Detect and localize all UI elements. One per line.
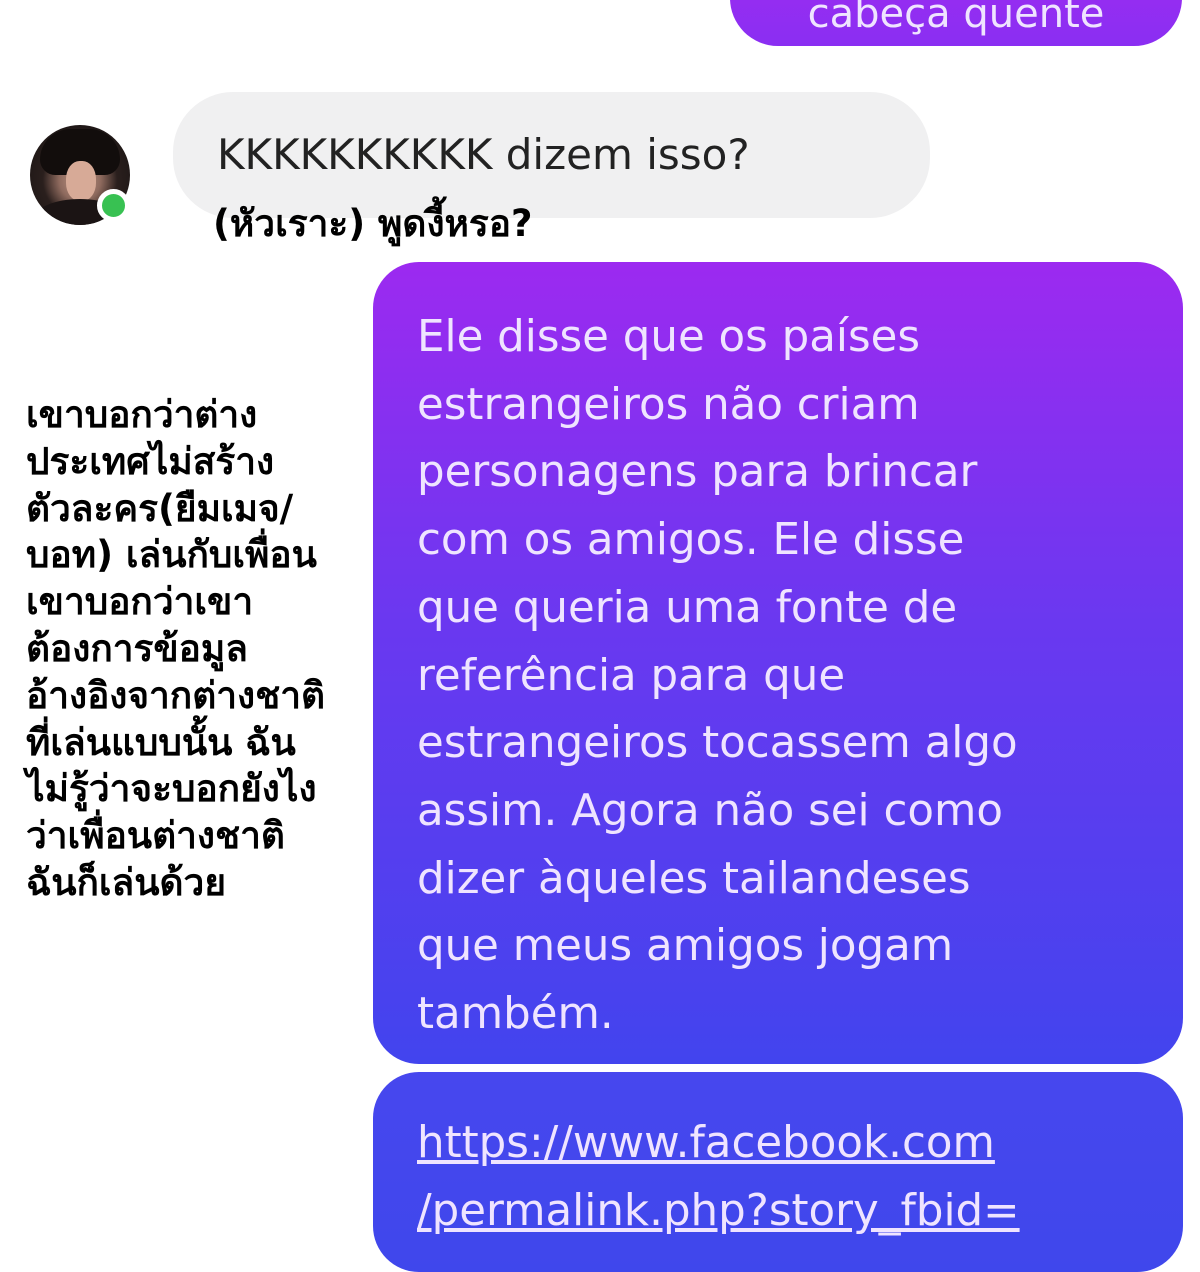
translation-note: เขาบอกว่าต่าง ประเทศไม่สร้าง ตัวละคร(ยืม… [26,393,325,904]
avatar-face [66,161,96,201]
sent-message-bubble[interactable]: Ele disse que os países estrangeiros não… [373,262,1183,1064]
sent-message-top-text: cabeça quente [807,0,1105,37]
translation-caption: (หัวเราะ) พูดงี้หรอ? [213,202,533,245]
sent-message-bubble-top[interactable]: cabeça quente [730,0,1182,46]
online-status-icon [97,189,130,222]
sent-link-bubble[interactable]: https://www.facebook.com /permalink.php?… [373,1072,1183,1272]
received-message-text: KKKKKKKKKK dizem isso? [217,130,750,179]
